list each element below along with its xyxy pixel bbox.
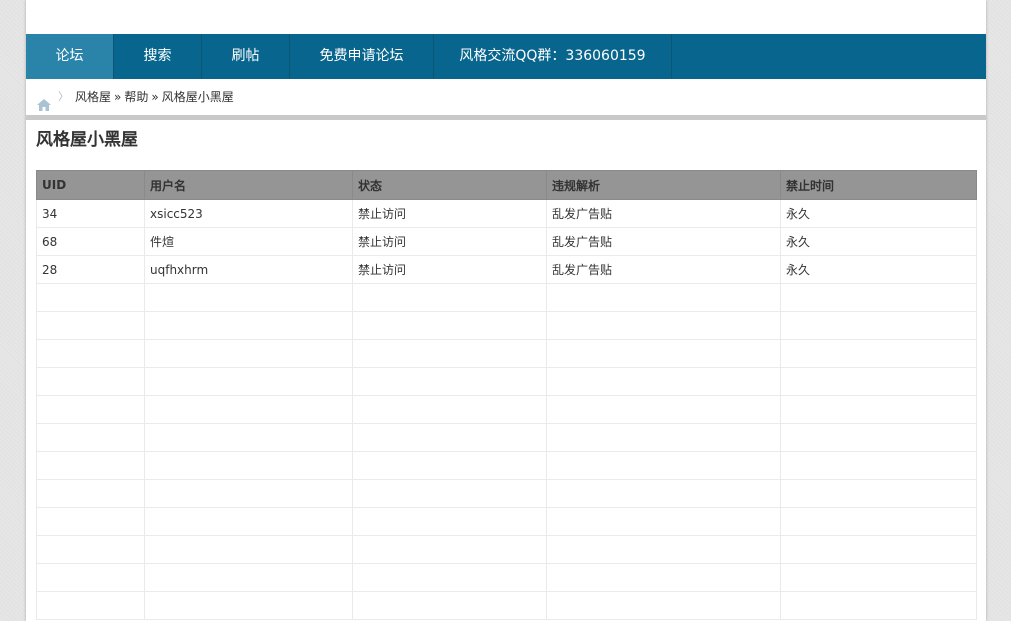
cell-status: 禁止访问 (352, 255, 547, 284)
cell-violation: 乱发广告贴 (546, 255, 781, 284)
table-row: 68 件煊 禁止访问 乱发广告贴 永久 (36, 227, 977, 256)
header (26, 0, 986, 34)
empty-row (36, 283, 977, 312)
cell-uid: 28 (36, 255, 145, 284)
cell-username[interactable]: uqfhxhrm (144, 255, 353, 284)
ban-list-table: UID 用户名 状态 违规解析 禁止时间 34 xsicc523 禁止访问 乱发… (36, 170, 977, 620)
empty-row (36, 311, 977, 340)
cell-status: 禁止访问 (352, 227, 547, 256)
breadcrumb: 〉 风格屋 » 帮助 » 风格屋小黑屋 (26, 79, 986, 120)
main-content: 风格屋小黑屋 UID 用户名 状态 违规解析 禁止时间 34 xsicc523 … (26, 120, 986, 620)
cell-ban-time: 永久 (780, 255, 977, 284)
cell-username[interactable]: 件煊 (144, 227, 353, 256)
nav-item-post-boost[interactable]: 刷帖 (202, 34, 290, 79)
column-header-status: 状态 (352, 170, 547, 200)
table-row: 28 uqfhxhrm 禁止访问 乱发广告贴 永久 (36, 255, 977, 284)
empty-row (36, 451, 977, 480)
breadcrumb-item-current[interactable]: 风格屋小黑屋 (162, 79, 234, 115)
empty-row (36, 507, 977, 536)
table-row: 34 xsicc523 禁止访问 乱发广告贴 永久 (36, 199, 977, 228)
page-wrapper: 论坛 搜索 刷帖 免费申请论坛 风格交流QQ群：336060159 〉 风格屋 … (26, 0, 986, 621)
empty-row (36, 591, 977, 620)
page-title: 风格屋小黑屋 (36, 130, 138, 150)
table-header-row: UID 用户名 状态 违规解析 禁止时间 (36, 170, 977, 200)
nav-item-forum[interactable]: 论坛 (26, 34, 114, 79)
nav-item-search[interactable]: 搜索 (114, 34, 202, 79)
cell-ban-time: 永久 (780, 227, 977, 256)
cell-username[interactable]: xsicc523 (144, 199, 353, 228)
empty-row (36, 479, 977, 508)
empty-row (36, 367, 977, 396)
cell-status: 禁止访问 (352, 199, 547, 228)
column-header-violation: 违规解析 (546, 170, 781, 200)
column-header-uid: UID (36, 170, 145, 200)
empty-row (36, 395, 977, 424)
empty-row (36, 423, 977, 452)
main-nav: 论坛 搜索 刷帖 免费申请论坛 风格交流QQ群：336060159 (26, 34, 986, 79)
home-icon[interactable] (36, 90, 52, 111)
column-header-username: 用户名 (144, 170, 353, 200)
nav-item-apply-forum[interactable]: 免费申请论坛 (290, 34, 434, 79)
breadcrumb-separator: » (151, 90, 159, 104)
column-header-ban-time: 禁止时间 (780, 170, 977, 200)
breadcrumb-item-help[interactable]: 帮助 (124, 79, 148, 115)
cell-violation: 乱发广告贴 (546, 199, 781, 228)
cell-uid: 68 (36, 227, 145, 256)
cell-violation: 乱发广告贴 (546, 227, 781, 256)
breadcrumb-item-home[interactable]: 风格屋 (75, 79, 111, 115)
empty-row (36, 339, 977, 368)
breadcrumb-separator: » (114, 90, 122, 104)
empty-row (36, 563, 977, 592)
empty-row (36, 535, 977, 564)
chevron-right-icon: 〉 (58, 90, 69, 103)
nav-item-qq-group[interactable]: 风格交流QQ群：336060159 (434, 34, 672, 79)
cell-uid: 34 (36, 199, 145, 228)
cell-ban-time: 永久 (780, 199, 977, 228)
